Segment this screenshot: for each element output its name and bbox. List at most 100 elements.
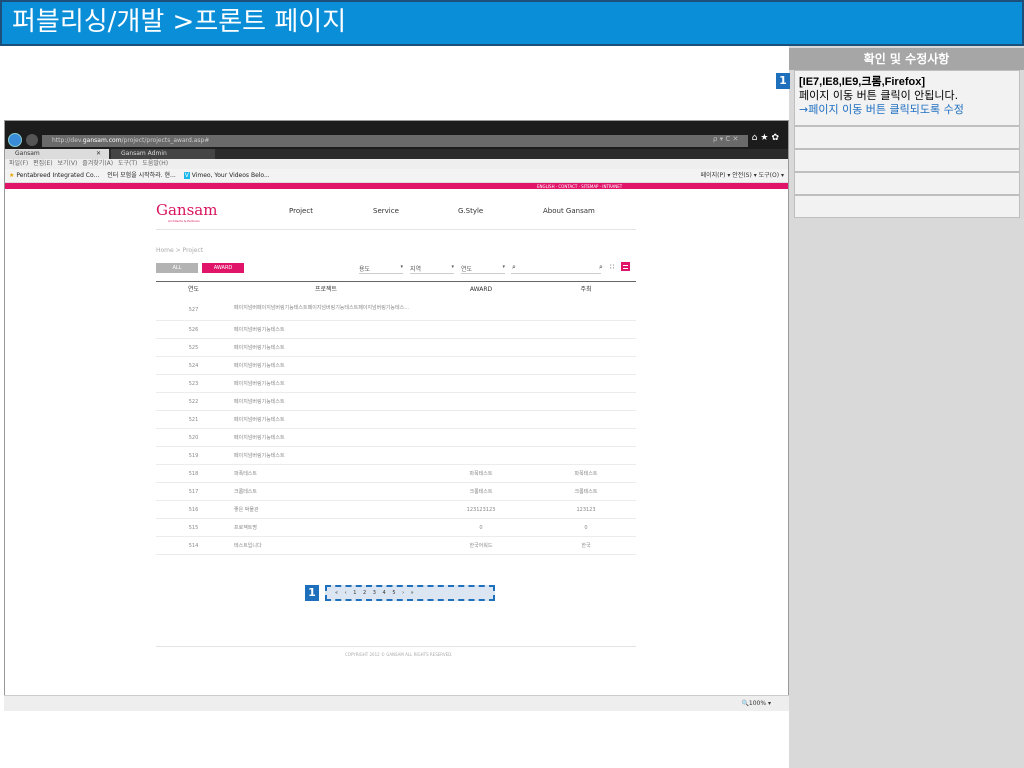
- menu-bar[interactable]: 파일(F) 편집(E) 보기(V) 즐겨찾기(A) 도구(T) 도움말(H): [5, 159, 788, 169]
- search-icon[interactable]: ⌕: [512, 263, 516, 272]
- table-row[interactable]: 520 페이지넘버링기능테스트: [156, 429, 636, 447]
- row-project: 파폭테스트: [234, 471, 258, 477]
- tab-close-icon[interactable]: ✕: [96, 149, 101, 159]
- row-project: 페이지넘버링기능테스트: [234, 327, 285, 333]
- filter-all-button[interactable]: ALL: [156, 263, 198, 273]
- row-award: 123123123: [466, 507, 496, 513]
- row-host: 0: [584, 525, 588, 531]
- search-button-icon[interactable]: ⌕: [599, 263, 603, 272]
- vimeo-icon: V: [183, 172, 190, 179]
- filter-award-button[interactable]: AWARD: [202, 263, 244, 273]
- copyright: COPYRIGHT 2012 © GANSAM ALL RIGHTS RESER…: [345, 652, 453, 657]
- note-item-empty: [794, 126, 1020, 149]
- row-award: 한국어워드: [469, 543, 493, 549]
- url-host: gansam.com: [82, 137, 122, 144]
- row-project: 페이지넘버링기능테스트: [234, 435, 285, 441]
- site-page: Gansam Architects & Partners Project Ser…: [5, 189, 788, 719]
- browser-home-star-gear-icons[interactable]: ⌂★✿: [752, 133, 782, 143]
- page-title: 퍼블리싱/개발 >프론트 페이지: [0, 0, 1024, 46]
- row-project: 페이지넘버링기능테스트: [234, 381, 285, 387]
- row-year: 524: [188, 363, 199, 369]
- list-view-icon[interactable]: [621, 262, 630, 271]
- select-year[interactable]: 연도 ▾: [461, 264, 505, 274]
- nav-project[interactable]: Project: [289, 207, 313, 215]
- row-award: 크롬테스트: [469, 489, 493, 495]
- table-row[interactable]: 514 테스트입니다 한국어워드 한국: [156, 537, 636, 555]
- note-fix: →페이지 이동 버튼 클릭되도록 수정: [799, 103, 964, 116]
- address-bar: http://dev.gansam.com/project/projects_a…: [5, 121, 788, 149]
- review-panel: 확인 및 수정사항 1 [IE7,IE8,IE9,크롬,Firefox] 페이지…: [776, 46, 1024, 768]
- nav-service[interactable]: Service: [373, 207, 399, 215]
- command-bar-tools[interactable]: 페이지(P) ▾ 안전(S) ▾ 도구(O) ▾: [701, 169, 784, 183]
- pagination[interactable]: « ‹ 1 2 3 4 5 › »: [325, 585, 495, 601]
- table-row[interactable]: 515 프로젝트명 0 0: [156, 519, 636, 537]
- favorites-star-icon[interactable]: ★: [9, 172, 14, 179]
- favorite-link-2[interactable]: 인터 모험을 시작하라. 현...: [107, 172, 176, 179]
- note-browsers: [IE7,IE8,IE9,크롬,Firefox]: [799, 76, 925, 88]
- row-year: 515: [188, 525, 199, 531]
- col-project: 프로젝트: [314, 286, 338, 293]
- row-project: 페이지넘버링기능테스트: [234, 345, 285, 351]
- note-badge: 1: [776, 73, 790, 89]
- table-row[interactable]: 522 페이지넘버링기능테스트: [156, 393, 636, 411]
- grid-view-icon[interactable]: ∷: [610, 263, 614, 271]
- row-award: 파폭테스트: [469, 471, 493, 477]
- tab-strip: Gansam ✕ Gansam Admin: [5, 149, 788, 159]
- nav-divider: [156, 229, 636, 230]
- row-project: 테스트입니다: [234, 543, 262, 549]
- favorite-link-1[interactable]: Pentabreed Integrated Co...: [16, 172, 99, 179]
- table-row[interactable]: 527 페이지넘버페이지넘버링기능테스트페이지넘버링기능테스트페이지넘버링기능테스…: [156, 299, 636, 321]
- forward-icon[interactable]: [26, 134, 38, 146]
- zoom-level[interactable]: 🔍100% ▾: [741, 700, 771, 707]
- footer-divider: [156, 646, 636, 647]
- row-year: 521: [188, 417, 199, 423]
- browser-window: http://dev.gansam.com/project/projects_a…: [4, 120, 789, 710]
- table-row[interactable]: 521 페이지넘버링기능테스트: [156, 411, 636, 429]
- col-award: AWARD: [469, 286, 493, 293]
- row-host: 123123: [576, 507, 596, 513]
- row-project: 페이지넘버링기능테스트: [234, 363, 285, 369]
- select-region[interactable]: 지역 ▾: [410, 264, 454, 274]
- table-row[interactable]: 517 크롬테스트 크롬테스트 크롬테스트: [156, 483, 636, 501]
- row-host: 파폭테스트: [574, 471, 598, 477]
- url-input[interactable]: http://dev.gansam.com/project/projects_a…: [42, 135, 748, 147]
- table-row[interactable]: 526 페이지넘버링기능테스트: [156, 321, 636, 339]
- url-path: /project/projects_award.asp#: [121, 137, 210, 144]
- table-row[interactable]: 525 페이지넘버링기능테스트: [156, 339, 636, 357]
- annotation-badge: 1: [305, 585, 319, 601]
- row-project: 페이지넘버링기능테스트: [234, 417, 285, 423]
- row-project: 페이지넘버링기능테스트: [234, 453, 285, 459]
- nav-gstyle[interactable]: G.Style: [458, 207, 483, 215]
- row-project: 페이지넘버링기능테스트: [234, 399, 285, 405]
- note-item-empty: [794, 149, 1020, 172]
- review-panel-title: 확인 및 수정사항: [789, 48, 1024, 70]
- row-year: 527: [188, 307, 199, 313]
- back-icon[interactable]: [8, 133, 22, 147]
- row-host: 크롬테스트: [574, 489, 598, 495]
- table-row[interactable]: 518 파폭테스트 파폭테스트 파폭테스트: [156, 465, 636, 483]
- favorite-link-3[interactable]: Vimeo, Your Videos Belo...: [192, 172, 270, 179]
- table-row[interactable]: 524 페이지넘버링기능테스트: [156, 357, 636, 375]
- row-project: 크롬테스트: [234, 489, 258, 495]
- col-host: 주최: [580, 286, 592, 293]
- row-project: 페이지넘버페이지넘버링기능테스트페이지넘버링기능테스트페이지넘버링기능테스...: [234, 305, 409, 311]
- select-usage[interactable]: 용도 ▾: [359, 264, 403, 274]
- col-year: 연도: [187, 286, 200, 293]
- gansam-logo[interactable]: Gansam: [156, 201, 217, 219]
- table-row[interactable]: 516 좋은 박물관 123123123 123123: [156, 501, 636, 519]
- table-row[interactable]: 519 페이지넘버링기능테스트: [156, 447, 636, 465]
- table-row[interactable]: 523 페이지넘버링기능테스트: [156, 375, 636, 393]
- search-input[interactable]: [511, 273, 601, 274]
- row-award: 0: [479, 525, 483, 531]
- row-year: 520: [188, 435, 199, 441]
- row-year: 518: [188, 471, 199, 477]
- url-prefix: http://dev.: [52, 137, 83, 144]
- tab-gansam[interactable]: Gansam ✕: [5, 149, 109, 159]
- nav-about[interactable]: About Gansam: [543, 207, 595, 215]
- logo-subtitle: Architects & Partners: [168, 219, 200, 223]
- tab-gansam-admin[interactable]: Gansam Admin: [111, 149, 215, 159]
- url-refresh-icons[interactable]: ρ ▾ C ✕: [713, 135, 738, 143]
- row-host: 한국: [581, 543, 591, 549]
- row-year: 516: [188, 507, 199, 513]
- row-project: 프로젝트명: [234, 525, 258, 531]
